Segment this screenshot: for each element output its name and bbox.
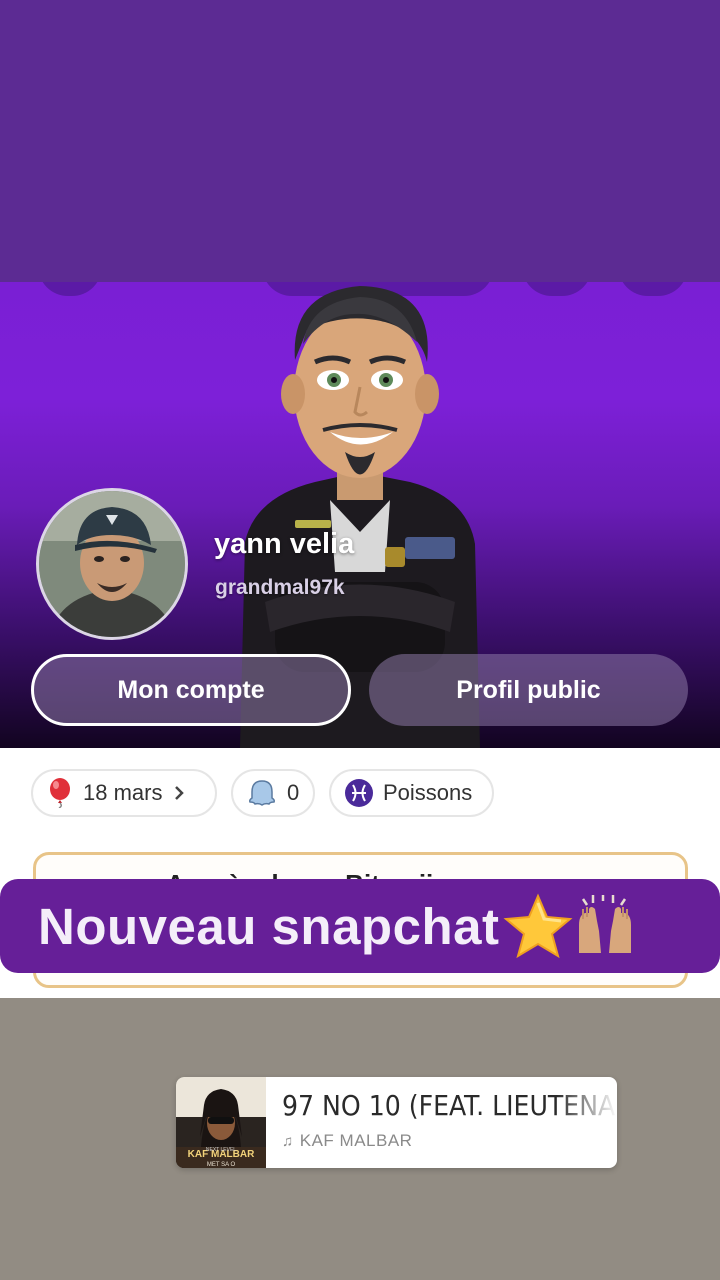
caption-text: Nouveau snapchat [38, 897, 500, 955]
profile-photo[interactable] [36, 488, 188, 640]
display-name: yann velia [214, 528, 355, 560]
friends-chip[interactable]: 0 [231, 769, 315, 817]
username: grandmal97k [215, 576, 345, 599]
balloon-icon [47, 778, 73, 808]
song-title: 97 NO 10 (FEAT. LIEUTENANT) [282, 1089, 617, 1122]
caption-banner: Nouveau snapchat [0, 879, 720, 973]
birthday-label: 18 mars [83, 780, 163, 805]
friends-count: 0 [287, 780, 300, 805]
public-profile-button[interactable]: Profil public [369, 654, 688, 726]
raised-hands-icon [579, 895, 632, 953]
top-band [0, 0, 720, 282]
star-icon [503, 893, 573, 959]
music-sticker[interactable]: KAF MALBAR MET SA O NEXT LEVEL 97 NO 10 … [176, 1077, 617, 1168]
header-decoration [38, 282, 102, 296]
header-decoration [522, 282, 592, 296]
svg-text:NEXT LEVEL: NEXT LEVEL [206, 1147, 236, 1153]
album-cover: KAF MALBAR MET SA O NEXT LEVEL [176, 1077, 266, 1168]
artist-name: KAF MALBAR [299, 1131, 413, 1150]
svg-text:MET SA O: MET SA O [207, 1162, 236, 1168]
chevron-right-icon [174, 785, 185, 801]
zodiac-chip[interactable]: Poissons [329, 769, 494, 817]
pisces-icon [345, 779, 373, 807]
header-decoration [618, 282, 688, 296]
my-account-button[interactable]: Mon compte [31, 654, 351, 726]
profile-header: yann velia grandmal97k Mon compte Profil… [0, 282, 720, 748]
birthday-chip[interactable]: 18 mars [31, 769, 217, 817]
ghost-icon [247, 778, 277, 808]
artist-row: ♫ KAF MALBAR [282, 1131, 412, 1151]
zodiac-label: Poissons [383, 780, 473, 805]
music-note-icon: ♫ [282, 1132, 294, 1150]
